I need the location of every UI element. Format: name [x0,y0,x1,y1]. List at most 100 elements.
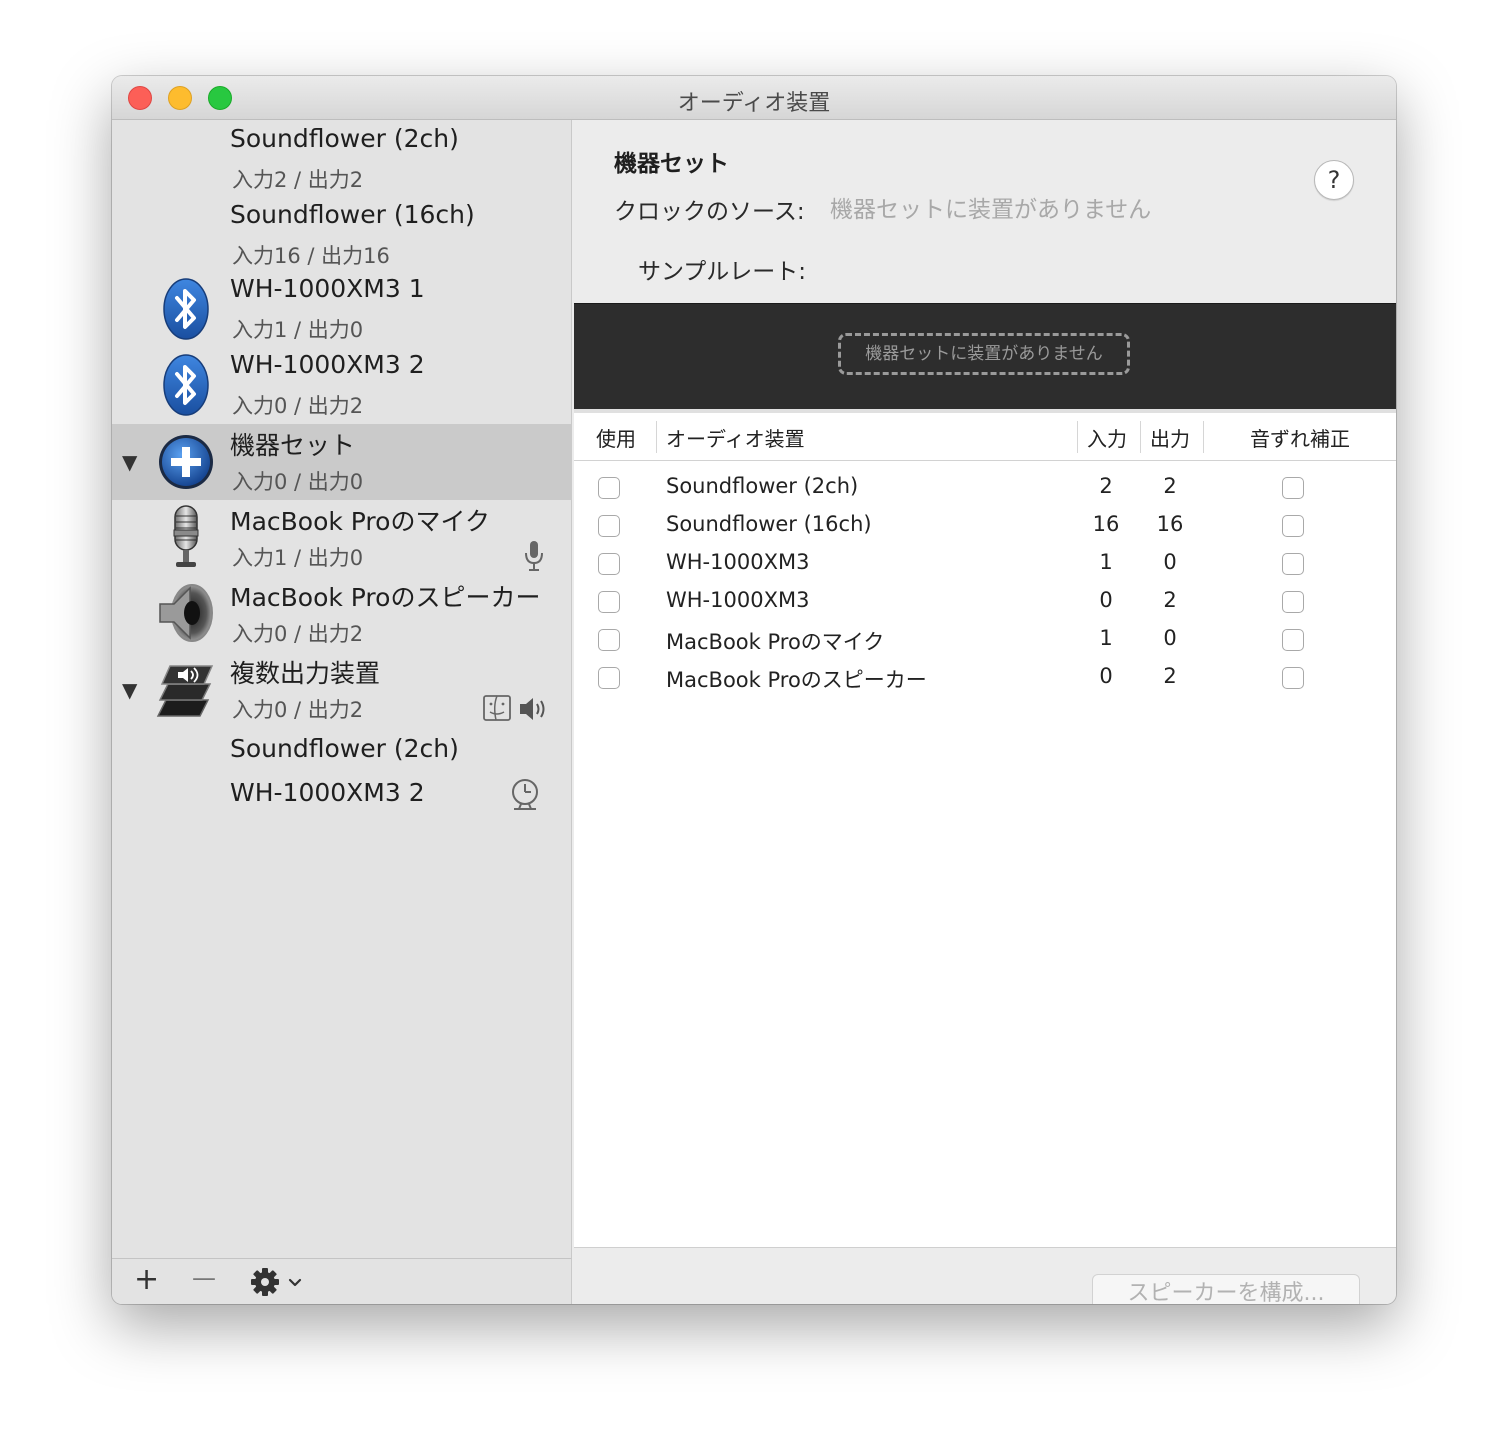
device-drop-area: 機器セットに装置がありません [574,303,1396,410]
device-io: 入力16 / 出力16 [232,244,390,268]
use-checkbox[interactable] [598,629,620,651]
device-row-soundflower-16ch[interactable]: Soundflower (16ch) 入力16 / 出力16 [112,196,572,272]
device-name: WH-1000XM3 2 [230,350,425,379]
column-divider [1140,421,1141,453]
aggregate-plus-icon [159,435,213,489]
configure-speakers-button[interactable]: スピーカーを構成... [1092,1274,1360,1304]
device-row-multi-output[interactable]: ▼ 複数出力装置 入力0 / 出力2 [112,652,572,728]
table-row: WH-1000XM3 1 0 [574,545,1396,583]
use-checkbox[interactable] [598,515,620,537]
use-checkbox[interactable] [598,553,620,575]
multi-output-child-wh1000xm3[interactable]: WH-1000XM3 2 [230,778,425,807]
column-header-device[interactable]: オーディオ装置 [666,423,805,452]
aggregate-device-panel: 機器セット クロックのソース: 機器セットに装置がありません サンプルレート: … [572,120,1396,1304]
device-io: 入力0 / 出力0 [232,470,364,494]
clock-source-popup[interactable]: 機器セットに装置がありません [830,190,1151,224]
device-name: MacBook Proのスピーカー [230,583,541,612]
output-count: 2 [1163,588,1177,612]
device-row-soundflower-2ch[interactable]: Soundflower (2ch) 入力2 / 出力2 [112,120,572,196]
device-name: Soundflower (16ch) [230,200,475,229]
output-count: 2 [1163,664,1177,688]
output-count: 16 [1156,512,1184,536]
drift-correction-checkbox[interactable] [1282,553,1304,575]
device-cell: MacBook Proのマイク [666,630,885,654]
drift-correction-checkbox[interactable] [1282,667,1304,689]
device-io: 入力0 / 出力2 [232,394,364,418]
device-io: 入力0 / 出力2 [232,622,364,646]
device-io: 入力2 / 出力2 [232,168,364,192]
device-cell: Soundflower (16ch) [666,512,872,536]
use-checkbox[interactable] [598,477,620,499]
remove-device-button[interactable]: — [192,1261,216,1295]
device-cell: Soundflower (2ch) [666,474,859,498]
device-cell: WH-1000XM3 [666,550,810,574]
input-count: 2 [1099,474,1113,498]
panel-footer: スピーカーを構成... [574,1247,1396,1304]
output-count: 0 [1163,626,1177,650]
use-checkbox[interactable] [598,591,620,613]
clock-source-label: クロックのソース: [614,199,805,225]
disclosure-triangle-icon[interactable]: ▼ [122,450,137,474]
output-count: 2 [1163,474,1177,498]
default-output-speaker-icon [520,698,545,720]
device-row-wh1000xm3-2[interactable]: WH-1000XM3 2 入力0 / 出力2 [112,348,572,424]
multi-output-icon [156,665,214,717]
device-row-wh1000xm3-1[interactable]: WH-1000XM3 1 入力1 / 出力0 [112,272,572,348]
device-io: 入力1 / 出力0 [232,318,364,342]
device-name: 機器セット [230,431,356,460]
aggregate-title: 機器セット [614,151,729,177]
column-divider [656,421,657,453]
sidebar-toolbar: + — [112,1258,572,1304]
device-list-sidebar: Soundflower (2ch) 入力2 / 出力2 Soundflower … [112,120,572,1258]
title-bar: オーディオ装置 [112,76,1396,120]
drift-correction-checkbox[interactable] [1282,477,1304,499]
microphone-icon [173,505,199,567]
device-row-macbook-speaker[interactable]: MacBook Proのスピーカー 入力0 / 出力2 [112,576,572,652]
speaker-icon [159,584,213,642]
table-row: Soundflower (16ch) 16 16 [574,507,1396,545]
device-name: MacBook Proのマイク [230,507,490,536]
input-count: 0 [1099,664,1113,688]
finder-icon [483,695,511,721]
add-device-button[interactable]: + [134,1263,159,1297]
sample-rate-label: サンプルレート: [638,259,807,285]
column-divider [1203,421,1204,453]
bluetooth-icon [163,354,209,416]
device-row-macbook-mic[interactable]: MacBook Proのマイク 入力1 / 出力0 [112,500,572,576]
output-count: 0 [1163,550,1177,574]
aggregate-info-section: 機器セット クロックのソース: 機器セットに装置がありません サンプルレート: … [572,120,1396,303]
audio-midi-window: オーディオ装置 Soundflower (2ch) 入力2 / 出力2 Soun… [112,76,1396,1304]
device-io: 入力1 / 出力0 [232,546,364,570]
column-header-use[interactable]: 使用 [596,423,636,452]
device-name: 複数出力装置 [230,659,381,688]
drift-correction-checkbox[interactable] [1282,591,1304,613]
drift-correction-checkbox[interactable] [1282,629,1304,651]
subdevice-table: 使用 オーディオ装置 入力 出力 音ずれ補正 Soundflower (2ch)… [574,409,1396,1247]
drift-correction-checkbox[interactable] [1282,515,1304,537]
input-count: 16 [1092,512,1120,536]
device-name: WH-1000XM3 1 [230,274,425,303]
table-row: Soundflower (2ch) 2 2 [574,469,1396,507]
device-cell: MacBook Proのスピーカー [666,668,927,692]
multi-output-child-soundflower[interactable]: Soundflower (2ch) [230,734,459,763]
table-row: MacBook Proのスピーカー 0 2 [574,659,1396,697]
bluetooth-icon [163,278,209,340]
window-title: オーディオ装置 [677,91,831,116]
table-header: 使用 オーディオ装置 入力 出力 音ずれ補正 [574,413,1396,461]
column-divider [1077,421,1078,453]
table-row: MacBook Proのマイク 1 0 [574,621,1396,659]
default-input-mic-icon [525,541,543,571]
column-header-output[interactable]: 出力 [1150,423,1190,452]
use-checkbox[interactable] [598,667,620,689]
device-row-aggregate[interactable]: ▼ 機器セット 入力0 / 出力0 [112,424,572,500]
gear-icon[interactable] [250,1267,306,1297]
disclosure-triangle-icon[interactable]: ▼ [122,678,137,702]
device-cell: WH-1000XM3 [666,588,810,612]
input-count: 0 [1099,588,1113,612]
device-name: Soundflower (2ch) [230,124,459,153]
column-header-input[interactable]: 入力 [1087,423,1127,452]
column-header-drift-correction[interactable]: 音ずれ補正 [1250,423,1350,452]
input-count: 1 [1099,550,1113,574]
help-button[interactable]: ? [1314,160,1354,200]
table-row: WH-1000XM3 0 2 [574,583,1396,621]
